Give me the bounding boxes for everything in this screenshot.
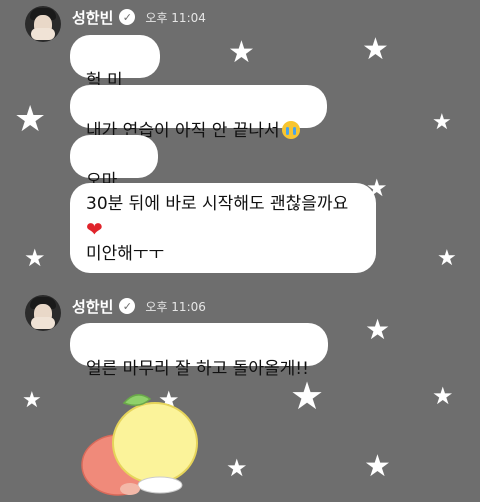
chat-bubble[interactable]: 30분 뒤에 바로 시작해도 괜찮을까요 ❤ 미안해ㅜㅜ xyxy=(70,183,376,273)
message-time: 오후 11:04 xyxy=(145,10,206,25)
star-decoration: ★ xyxy=(365,313,391,346)
message-header: 성한빈 ✓ 오후 11:04 xyxy=(72,6,206,28)
sender-avatar[interactable] xyxy=(25,295,61,331)
star-decoration: ★ xyxy=(362,32,389,67)
loudly-crying-face-icon xyxy=(281,121,300,139)
chat-bubble[interactable]: 내가 연습이 아직 안 끝나서 xyxy=(70,85,327,141)
sender-name[interactable]: 성한빈 xyxy=(72,7,113,28)
message-text: 미안해ㅜㅜ xyxy=(86,244,165,264)
star-decoration: ★ xyxy=(14,99,47,140)
verified-badge-icon: ✓ xyxy=(119,298,136,314)
verified-badge-icon: ✓ xyxy=(119,9,136,25)
star-decoration: ★ xyxy=(24,244,46,272)
star-decoration: ★ xyxy=(432,110,452,135)
chat-bubble[interactable]: 헉 미안.. xyxy=(70,35,160,116)
message-text: 얼른 마무리 잘 하고 돌아올게!! xyxy=(86,359,309,379)
chat-bubble[interactable]: 오마이.. xyxy=(70,135,158,216)
lemon-character-sticker-icon[interactable] xyxy=(80,385,200,500)
star-decoration: ★ xyxy=(226,454,248,482)
star-decoration: ★ xyxy=(364,449,391,484)
message-header: 성한빈 ✓ 오후 11:06 xyxy=(72,295,206,317)
red-heart-icon: ❤ xyxy=(86,217,103,241)
message-time: 오후 11:06 xyxy=(145,299,206,314)
star-decoration: ★ xyxy=(228,35,255,70)
star-decoration: ★ xyxy=(437,246,457,271)
star-decoration: ★ xyxy=(432,382,454,410)
message-text: 30분 뒤에 바로 시작해도 괜찮을까요 xyxy=(86,194,349,214)
star-decoration: ★ xyxy=(22,388,42,413)
star-decoration: ★ xyxy=(290,374,325,418)
chat-bubble[interactable]: 얼른 마무리 잘 하고 돌아올게!! xyxy=(70,323,328,379)
sender-name[interactable]: 성한빈 xyxy=(72,296,113,317)
sender-avatar[interactable] xyxy=(25,6,61,42)
